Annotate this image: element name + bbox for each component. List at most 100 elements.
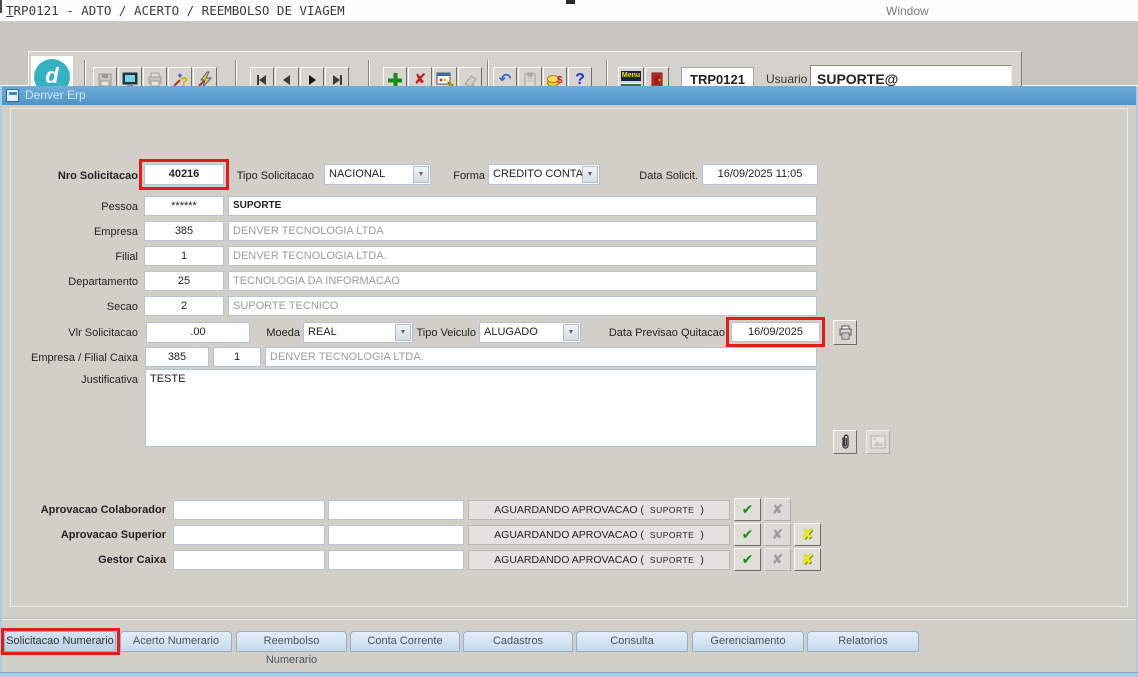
aprovacao-colaborador-date-field[interactable] bbox=[328, 500, 464, 520]
approve-colaborador-button[interactable]: ✔ bbox=[734, 498, 761, 521]
paperclip-icon bbox=[839, 434, 852, 450]
application-window: TRP0121 - ADTO / ACERTO / REEMBOLSO DE V… bbox=[0, 0, 1138, 677]
yellow-cross-icon: ✘ bbox=[802, 526, 814, 542]
aprovacao-colaborador-user-field[interactable] bbox=[173, 500, 325, 520]
print-icon bbox=[838, 325, 853, 340]
check-icon: ✔ bbox=[742, 501, 754, 517]
toolbar: d ? bbox=[0, 22, 1138, 85]
tab-relatorios[interactable]: Relatorios bbox=[807, 631, 919, 652]
cross-icon: ✘ bbox=[772, 551, 784, 567]
secao-code-field[interactable]: 2 bbox=[144, 296, 224, 316]
empresa-label: Empresa bbox=[94, 222, 138, 242]
tab-gerenciamento[interactable]: Gerenciamento bbox=[692, 631, 804, 652]
previous-record-icon bbox=[279, 73, 295, 87]
cross-icon: ✘ bbox=[772, 501, 784, 517]
svg-text:$: $ bbox=[557, 75, 563, 86]
forma-dropdown[interactable]: CREDITO CONTA ▼ bbox=[488, 164, 600, 185]
moeda-dropdown[interactable]: REAL ▼ bbox=[303, 322, 413, 343]
moeda-label: Moeda bbox=[266, 323, 300, 343]
window-frame bbox=[0, 86, 2, 677]
user-label: Usuario bbox=[766, 72, 807, 86]
chevron-down-icon[interactable]: ▼ bbox=[563, 324, 579, 341]
departamento-label: Departamento bbox=[68, 272, 138, 292]
tipo-veiculo-dropdown[interactable]: ALUGADO ▼ bbox=[479, 322, 581, 343]
pessoa-label: Pessoa bbox=[101, 197, 138, 217]
aprovacao-colaborador-label: Aprovacao Colaborador bbox=[41, 500, 166, 520]
empresa-caixa-field[interactable]: 385 bbox=[145, 347, 209, 367]
secao-label: Secao bbox=[107, 297, 138, 317]
window-title: TRP0121 - ADTO / ACERTO / REEMBOLSO DE V… bbox=[6, 3, 345, 18]
secao-descr-field: SUPORTE TECNICO bbox=[228, 296, 817, 316]
reject-superior-button[interactable]: ✘ bbox=[764, 523, 791, 546]
cancel-superior-button[interactable]: ✘ bbox=[794, 523, 821, 546]
mdi-titlebar: Denver Erp bbox=[2, 86, 1136, 105]
mdi-window-title: Denver Erp bbox=[25, 88, 86, 102]
empresa-descr-field: DENVER TECNOLOGIA LTDA bbox=[228, 221, 817, 241]
moeda-value: REAL bbox=[308, 323, 337, 342]
justificativa-textarea[interactable]: TESTE bbox=[145, 369, 817, 447]
window-grip-artifact bbox=[566, 0, 575, 4]
window-frame bbox=[0, 672, 1138, 677]
filial-descr-field: DENVER TECNOLOGIA LTDA. bbox=[228, 246, 817, 266]
first-record-icon bbox=[254, 73, 270, 87]
image-icon bbox=[870, 435, 886, 449]
data-solicit-field[interactable]: 16/09/2025 11:05 bbox=[702, 164, 818, 185]
forma-value: CREDITO CONTA bbox=[493, 165, 583, 184]
gestor-caixa-status: AGUARDANDO APROVACAO (SUPORTE) bbox=[468, 550, 730, 570]
filial-label: Filial bbox=[115, 247, 138, 267]
nro-solicitacao-label: Nro Solicitacao bbox=[58, 166, 138, 186]
print-request-button[interactable] bbox=[833, 320, 857, 345]
tab-reembolso-numerario[interactable]: Reembolso Numerario bbox=[236, 631, 347, 652]
tipo-veiculo-value: ALUGADO bbox=[484, 323, 538, 342]
forma-label: Forma bbox=[453, 166, 485, 186]
pessoa-descr-field: SUPORTE bbox=[228, 196, 817, 216]
cancel-gestor-button[interactable]: ✘ bbox=[794, 548, 821, 571]
tipo-veiculo-label: Tipo Veiculo bbox=[416, 323, 476, 343]
cross-icon: ✘ bbox=[772, 526, 784, 542]
annotation-tab-solicitacao bbox=[1, 628, 120, 655]
vlr-solicitacao-field[interactable]: .00 bbox=[146, 322, 250, 343]
reject-gestor-button[interactable]: ✘ bbox=[764, 548, 791, 571]
menu-window[interactable]: Window bbox=[886, 4, 929, 18]
aprovacao-colaborador-status: AGUARDANDO APROVACAO (SUPORTE) bbox=[468, 500, 730, 520]
image-button[interactable] bbox=[866, 430, 890, 454]
reject-colaborador-button[interactable]: ✘ bbox=[764, 498, 791, 521]
departamento-descr-field: TECNOLOGIA DA INFORMACAO bbox=[228, 271, 817, 291]
tab-conta-corrente[interactable]: Conta Corrente bbox=[350, 631, 460, 652]
chevron-down-icon[interactable]: ▼ bbox=[413, 166, 429, 183]
annotation-data-previsao bbox=[726, 317, 825, 347]
gestor-caixa-date-field[interactable] bbox=[328, 550, 464, 570]
departamento-code-field[interactable]: 25 bbox=[144, 271, 224, 291]
gestor-caixa-label: Gestor Caixa bbox=[98, 550, 166, 570]
aprovacao-superior-user-field[interactable] bbox=[173, 525, 325, 545]
vlr-solicitacao-label: Vlr Solicitacao bbox=[68, 323, 138, 343]
next-record-icon bbox=[304, 73, 320, 87]
tab-acerto-numerario[interactable]: Acerto Numerario bbox=[120, 631, 232, 652]
tab-consulta[interactable]: Consulta bbox=[576, 631, 688, 652]
aprovacao-superior-label: Aprovacao Superior bbox=[61, 525, 166, 545]
attachment-button[interactable] bbox=[833, 430, 857, 454]
filial-caixa-field[interactable]: 1 bbox=[213, 347, 261, 367]
pessoa-code-field[interactable]: ****** bbox=[144, 196, 224, 216]
aprovacao-superior-date-field[interactable] bbox=[328, 525, 464, 545]
justificativa-label: Justificativa bbox=[81, 370, 138, 390]
chevron-down-icon[interactable]: ▼ bbox=[395, 324, 411, 341]
gestor-caixa-user-field[interactable] bbox=[173, 550, 325, 570]
data-solicit-label: Data Solicit. bbox=[639, 166, 698, 186]
check-icon: ✔ bbox=[742, 551, 754, 567]
tipo-solicitacao-label: Tipo Solicitacao bbox=[237, 166, 314, 186]
annotation-nro-solicitacao bbox=[139, 159, 229, 190]
separator-groove bbox=[2, 618, 1136, 620]
approve-superior-button[interactable]: ✔ bbox=[734, 523, 761, 546]
tipo-solicitacao-dropdown[interactable]: NACIONAL ▼ bbox=[324, 164, 431, 185]
approve-gestor-button[interactable]: ✔ bbox=[734, 548, 761, 571]
empresa-code-field[interactable]: 385 bbox=[144, 221, 224, 241]
check-icon: ✔ bbox=[742, 526, 754, 542]
tab-cadastros[interactable]: Cadastros bbox=[463, 631, 573, 652]
filial-code-field[interactable]: 1 bbox=[144, 246, 224, 266]
yellow-cross-icon: ✘ bbox=[802, 551, 814, 567]
aprovacao-superior-status: AGUARDANDO APROVACAO (SUPORTE) bbox=[468, 525, 730, 545]
chevron-down-icon[interactable]: ▼ bbox=[582, 166, 598, 183]
empresa-filial-caixa-label: Empresa / Filial Caixa bbox=[31, 348, 138, 368]
last-record-icon bbox=[329, 73, 345, 87]
